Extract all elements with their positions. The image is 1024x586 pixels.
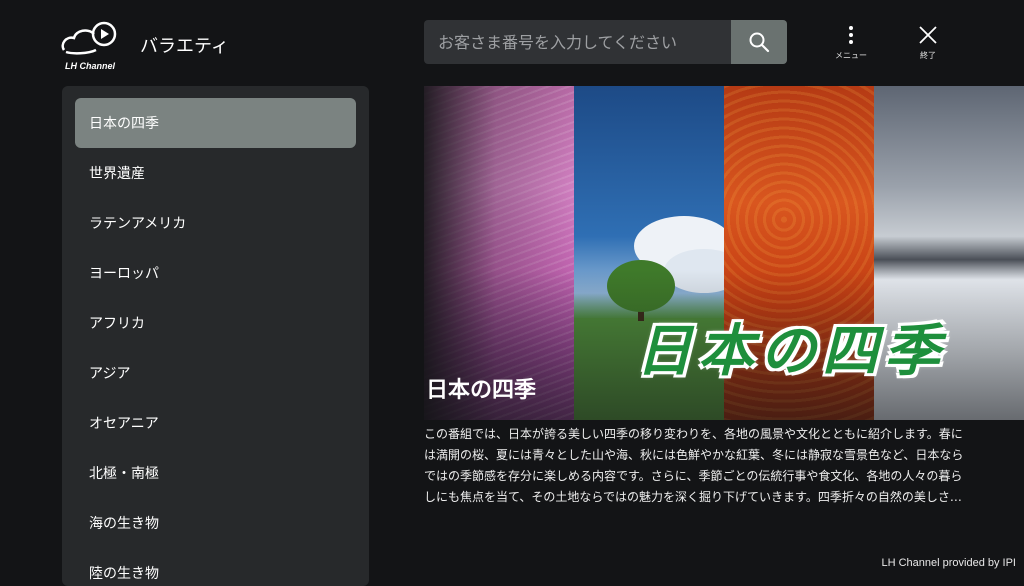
lh-channel-logo: LH Channel — [58, 20, 122, 74]
exit-button[interactable]: 終了 — [903, 22, 953, 61]
program-title: 日本の四季 — [426, 378, 537, 403]
customer-number-input[interactable] — [424, 20, 720, 64]
logo-text: LH Channel — [64, 61, 115, 71]
logo-icon — [61, 21, 117, 55]
menu-label: メニュー — [835, 51, 867, 60]
category-item-oceania[interactable]: オセアニア — [75, 398, 356, 448]
hero-title-logo: 日本の四季 — [636, 318, 946, 384]
provider-credit: LH Channel provided by IPI — [881, 557, 1016, 569]
exit-label: 終了 — [920, 51, 936, 60]
search-icon — [749, 32, 770, 53]
category-item-polar[interactable]: 北極・南極 — [75, 448, 356, 498]
program-description: この番組では、日本が誇る美しい四季の移り変わりを、各地の風景や文化とともに紹介し… — [424, 427, 964, 504]
genre-title: バラエティ — [140, 36, 229, 57]
more-vertical-icon — [849, 26, 853, 44]
program-hero-image: 日本の四季 — [424, 86, 1024, 420]
category-item-world-heritage[interactable]: 世界遺産 — [75, 148, 356, 198]
category-item-asia[interactable]: アジア — [75, 348, 356, 398]
category-item-sea-creatures[interactable]: 海の生き物 — [75, 498, 356, 548]
search-button[interactable] — [731, 20, 787, 64]
search-bar — [424, 20, 787, 64]
category-item-japan-seasons[interactable]: 日本の四季 — [75, 98, 356, 148]
close-icon — [919, 26, 937, 44]
menu-button[interactable]: メニュー — [826, 22, 876, 61]
category-item-europe[interactable]: ヨーロッパ — [75, 248, 356, 298]
category-item-latin-america[interactable]: ラテンアメリカ — [75, 198, 356, 248]
category-item-africa[interactable]: アフリカ — [75, 298, 356, 348]
category-item-land-creatures[interactable]: 陸の生き物 — [75, 548, 356, 586]
category-sidebar: 日本の四季 世界遺産 ラテンアメリカ ヨーロッパ アフリカ アジア オセアニア … — [62, 86, 369, 586]
